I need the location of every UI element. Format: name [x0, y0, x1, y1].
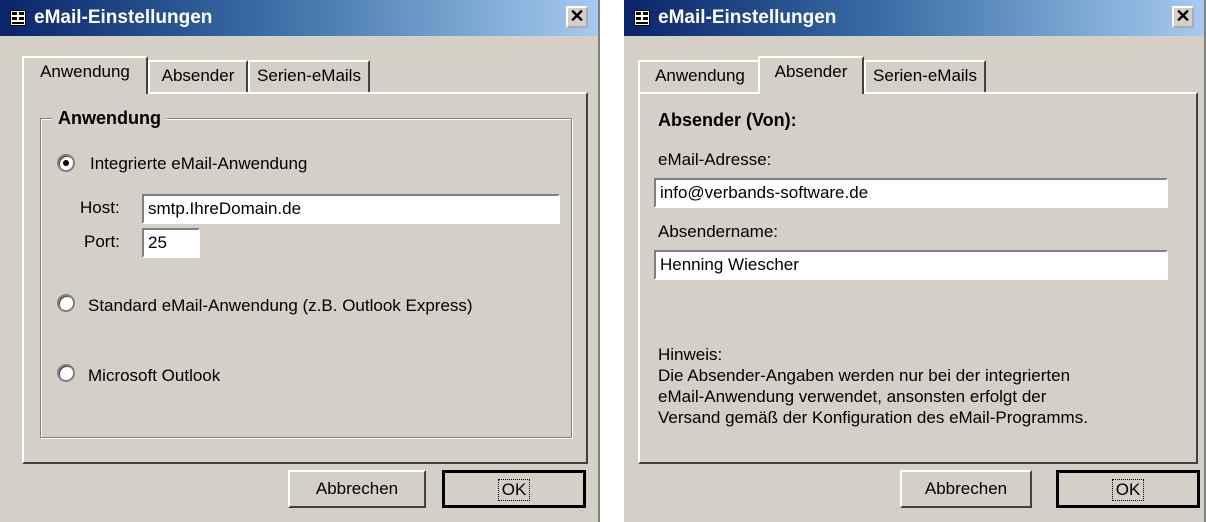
close-icon: ✕: [569, 6, 585, 26]
tab-label: Serien-eMails: [257, 66, 361, 85]
left-title-bar[interactable]: eMail-Einstellungen ✕: [0, 0, 598, 36]
ok-label: OK: [1111, 479, 1145, 501]
host-input[interactable]: smtp.IhreDomain.de: [142, 194, 560, 224]
radio-integrated[interactable]: [57, 154, 75, 172]
tab-absender[interactable]: Absender: [148, 60, 248, 92]
hint-line: Versand gemäß der Konfiguration des eMai…: [658, 408, 1088, 427]
close-button[interactable]: ✕: [566, 6, 588, 28]
radio-standard[interactable]: [57, 294, 75, 312]
tab-label: Serien-eMails: [873, 66, 977, 85]
ok-button[interactable]: OK: [442, 470, 586, 508]
tab-serien-emails[interactable]: Serien-eMails: [864, 60, 986, 92]
port-input[interactable]: 25: [142, 228, 200, 258]
cancel-button[interactable]: Abbrechen: [900, 470, 1032, 508]
window-title: eMail-Einstellungen: [34, 7, 213, 28]
cancel-label: Abbrechen: [315, 479, 399, 498]
sender-name-label: Absendername:: [658, 222, 779, 241]
host-label: Host:: [80, 198, 120, 217]
tab-absender[interactable]: Absender: [758, 56, 864, 94]
tab-label: Absender: [774, 62, 848, 81]
tab-anwendung[interactable]: Anwendung: [22, 56, 148, 94]
cancel-button[interactable]: Abbrechen: [288, 470, 426, 508]
form-icon: [10, 10, 26, 26]
right-dialog-window: eMail-Einstellungen ✕ Anwendung Absender…: [624, 0, 1206, 522]
hint-line: Die Absender-Angaben werden nur bei der …: [658, 366, 1071, 385]
radio-outlook[interactable]: [57, 364, 75, 382]
ok-label: OK: [497, 479, 531, 501]
tab-anwendung[interactable]: Anwendung: [638, 60, 762, 92]
hint-note: Hinweis: Die Absender-Angaben werden nur…: [658, 344, 1178, 428]
radio-standard-label[interactable]: Standard eMail-Anwendung (z.B. Outlook E…: [88, 296, 473, 316]
email-label: eMail-Adresse:: [658, 150, 772, 169]
close-icon: ✕: [1175, 6, 1191, 26]
hint-heading: Hinweis:: [658, 345, 723, 364]
tab-panel: Anwendung Integrierte eMail-Anwendung Ho…: [22, 92, 588, 464]
tab-label: Absender: [161, 66, 235, 85]
tab-label: Anwendung: [40, 62, 130, 81]
section-heading: Absender (Von):: [658, 110, 797, 130]
tab-panel: Absender (Von): eMail-Adresse: info@verb…: [638, 92, 1198, 464]
left-dialog-window: eMail-Einstellungen ✕ Anwendung Absender…: [0, 0, 600, 522]
cancel-label: Abbrechen: [924, 479, 1008, 498]
radio-integrated-label[interactable]: Integrierte eMail-Anwendung: [90, 154, 307, 174]
port-label: Port:: [84, 232, 120, 251]
hint-line: eMail-Anwendung verwendet, ansonsten erf…: [658, 387, 1047, 406]
email-input[interactable]: info@verbands-software.de: [654, 178, 1168, 208]
tab-serien-emails[interactable]: Serien-eMails: [248, 60, 370, 92]
sender-name-input[interactable]: Henning Wiescher: [654, 250, 1168, 280]
radio-outlook-label[interactable]: Microsoft Outlook: [88, 366, 220, 386]
tab-label: Anwendung: [655, 66, 745, 85]
window-title: eMail-Einstellungen: [658, 7, 837, 28]
close-button[interactable]: ✕: [1172, 6, 1194, 28]
form-icon: [634, 10, 650, 26]
group-label: Anwendung: [52, 108, 167, 129]
right-title-bar[interactable]: eMail-Einstellungen ✕: [624, 0, 1204, 36]
ok-button[interactable]: OK: [1056, 470, 1200, 508]
